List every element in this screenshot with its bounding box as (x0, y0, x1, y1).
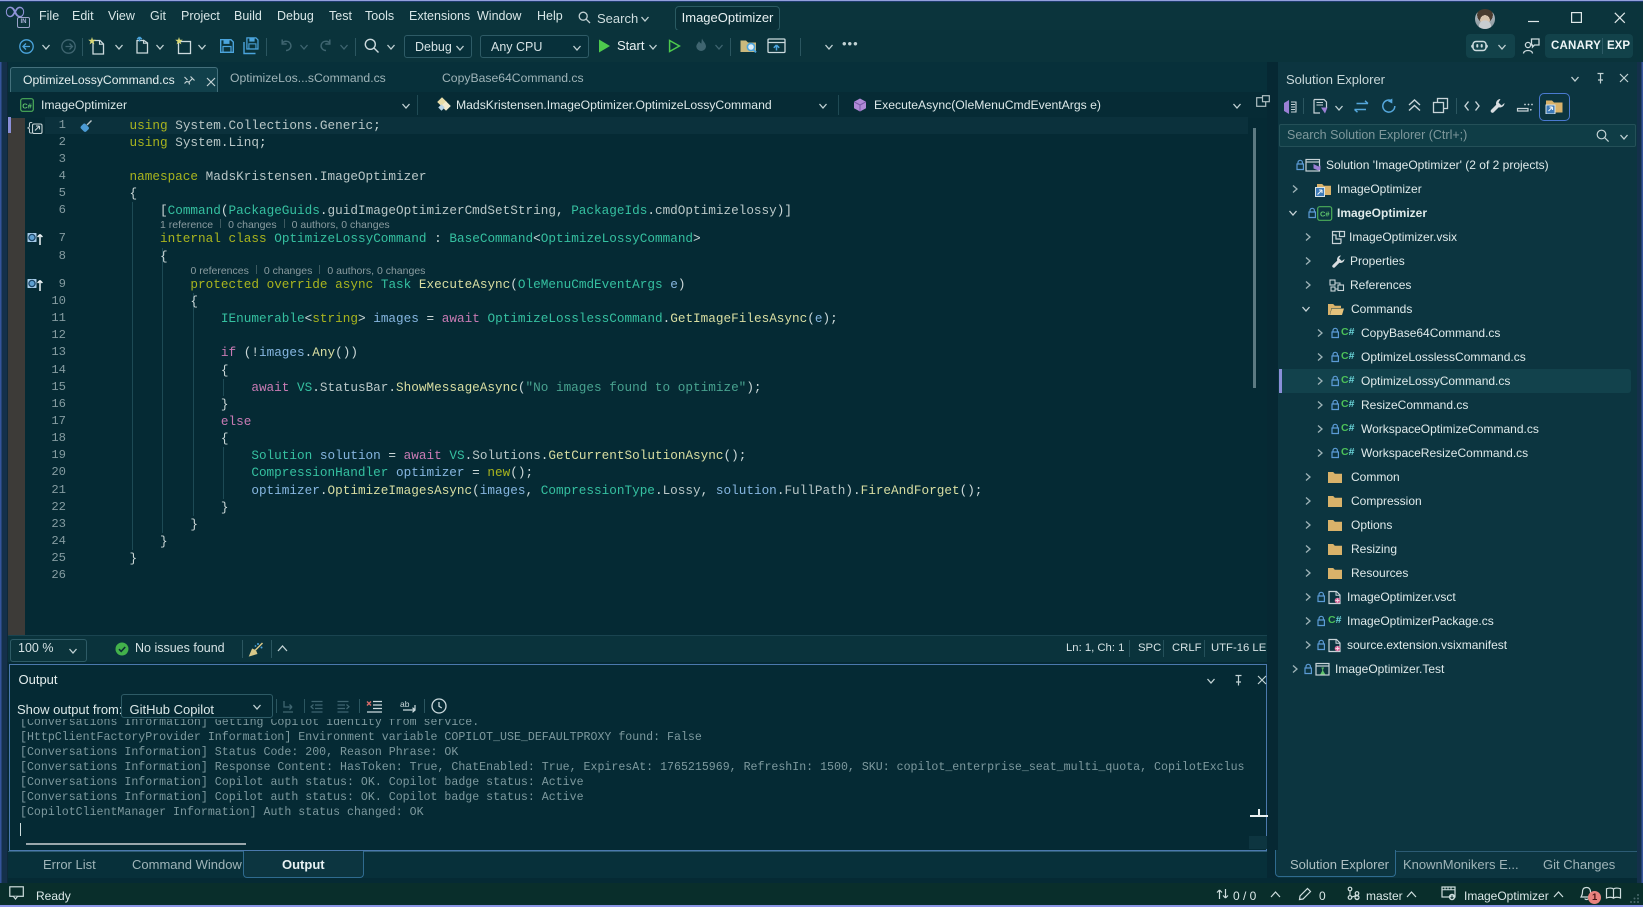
svg-text:C#: C# (22, 101, 32, 110)
svg-text:C#: C# (1320, 210, 1330, 219)
svg-text:ab: ab (400, 699, 410, 709)
